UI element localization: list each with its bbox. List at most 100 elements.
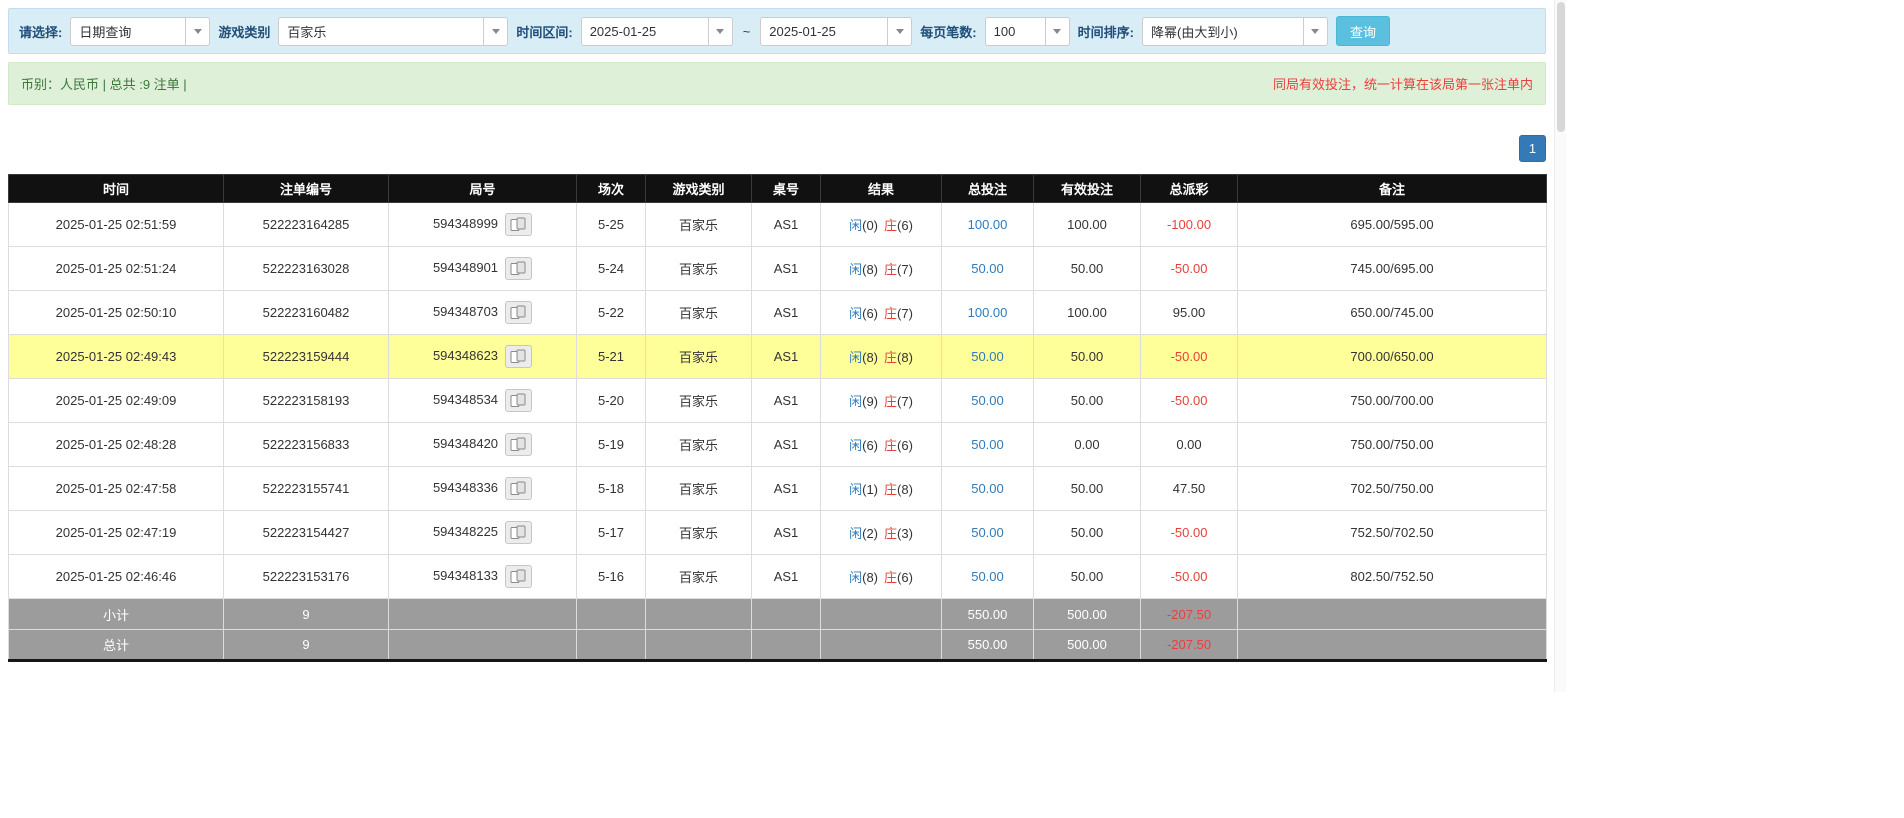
table-no-cell: AS1 — [751, 422, 821, 467]
time-cell: 2025-01-25 02:48:28 — [8, 422, 224, 467]
table-row: 2025-01-25 02:47:19 522223154427 5943482… — [8, 510, 1547, 555]
filter-bar: 请选择: 日期查询 游戏类别 百家乐 时间区间: 2025-01-25 ~ 20… — [8, 8, 1546, 54]
bet-id-cell: 522223154427 — [223, 510, 389, 555]
search-button[interactable]: 查询 — [1335, 16, 1390, 46]
player-result: 闲(8) — [849, 262, 878, 277]
total-bet-link[interactable]: 50.00 — [941, 554, 1034, 599]
view-cards-icon[interactable] — [505, 433, 533, 456]
time-cell: 2025-01-25 02:49:09 — [8, 378, 224, 423]
table-row: 2025-01-25 02:51:24 522223163028 5943489… — [8, 246, 1547, 291]
total-bet-link[interactable]: 50.00 — [941, 510, 1034, 555]
round-id-text: 594348133 — [432, 567, 499, 583]
remark-cell: 750.00/700.00 — [1237, 378, 1547, 423]
time-sort-select[interactable]: 降幂(由大到小) — [1141, 16, 1328, 46]
remark-cell: 752.50/702.50 — [1237, 510, 1547, 555]
table-row: 2025-01-25 02:51:59 522223164285 5943489… — [8, 202, 1547, 247]
result-cell: 闲(6) 庄(6) — [820, 422, 942, 467]
col-remark: 备注 — [1237, 174, 1547, 203]
query-type-select[interactable]: 日期查询 — [70, 16, 211, 46]
view-cards-icon[interactable] — [505, 301, 533, 324]
total-payout: -207.50 — [1140, 629, 1238, 661]
round-id-cell: 594348225 — [388, 510, 577, 555]
result-cell: 闲(0) 庄(6) — [820, 202, 942, 247]
player-result: 闲(6) — [849, 438, 878, 453]
banker-result: 庄(7) — [884, 262, 913, 277]
time-cell: 2025-01-25 02:51:59 — [8, 202, 224, 247]
result-cell: 闲(8) 庄(8) — [820, 334, 942, 379]
payout-cell: -50.00 — [1140, 554, 1238, 599]
info-bar: 币别：人民币 | 总共 :9 注单 | 同局有效投注，统一计算在该局第一张注单内 — [8, 62, 1546, 105]
vertical-scrollbar[interactable] — [1554, 0, 1566, 692]
bet-id-cell: 522223153176 — [223, 554, 389, 599]
page-1-button[interactable]: 1 — [1519, 135, 1546, 162]
table-row: 2025-01-25 02:50:10 522223160482 5943487… — [8, 290, 1547, 335]
scrollbar-thumb[interactable] — [1557, 2, 1565, 132]
date-to-picker[interactable]: 2025-01-25 — [760, 16, 913, 46]
total-bet-link[interactable]: 50.00 — [941, 378, 1034, 423]
view-cards-icon[interactable] — [505, 521, 533, 544]
session-cell: 5-19 — [576, 422, 646, 467]
result-cell: 闲(1) 庄(8) — [820, 466, 942, 511]
date-to-value: 2025-01-25 — [769, 23, 836, 39]
bet-id-cell: 522223160482 — [223, 290, 389, 335]
bet-id-cell: 522223158193 — [223, 378, 389, 423]
table-no-cell: AS1 — [751, 202, 821, 247]
time-cell: 2025-01-25 02:47:58 — [8, 466, 224, 511]
chevron-down-icon — [1044, 17, 1069, 45]
view-cards-icon[interactable] — [505, 565, 533, 588]
page-size-select[interactable]: 100 — [984, 16, 1070, 46]
round-id-text: 594348420 — [432, 435, 499, 451]
view-cards-icon[interactable] — [505, 345, 533, 368]
total-bet-link[interactable]: 50.00 — [941, 246, 1034, 291]
col-result: 结果 — [820, 174, 942, 203]
query-type-value: 日期查询 — [79, 24, 132, 40]
valid-bet-cell: 50.00 — [1033, 466, 1141, 511]
date-range-separator: ~ — [742, 23, 751, 39]
total-total-bet: 550.00 — [941, 629, 1034, 661]
banker-result: 庄(8) — [884, 482, 913, 497]
player-result: 闲(1) — [849, 482, 878, 497]
table-row: 2025-01-25 02:47:58 522223155741 5943483… — [8, 466, 1547, 511]
payout-cell: 0.00 — [1140, 422, 1238, 467]
round-id-cell: 594348901 — [388, 246, 577, 291]
total-row: 总计 9 550.00 500.00 -207.50 — [8, 629, 1547, 661]
banker-result: 庄(6) — [884, 218, 913, 233]
game-type-cell: 百家乐 — [645, 334, 752, 379]
view-cards-icon[interactable] — [505, 389, 533, 412]
game-type-select[interactable]: 百家乐 — [278, 16, 509, 46]
game-type-cell: 百家乐 — [645, 422, 752, 467]
table-row: 2025-01-25 02:49:43 522223159444 5943486… — [8, 334, 1547, 379]
total-bet-link[interactable]: 100.00 — [941, 202, 1034, 247]
total-bet-link[interactable]: 100.00 — [941, 290, 1034, 335]
date-from-picker[interactable]: 2025-01-25 — [580, 16, 733, 46]
payout-cell: -100.00 — [1140, 202, 1238, 247]
view-cards-icon[interactable] — [505, 257, 533, 280]
banker-result: 庄(6) — [884, 570, 913, 585]
total-bet-link[interactable]: 50.00 — [941, 422, 1034, 467]
game-type-cell: 百家乐 — [645, 290, 752, 335]
game-type-value: 百家乐 — [287, 24, 327, 40]
page: 请选择: 日期查询 游戏类别 百家乐 时间区间: 2025-01-25 ~ 20… — [0, 0, 1904, 818]
total-bet-link[interactable]: 50.00 — [941, 334, 1034, 379]
round-id-cell: 594348534 — [388, 378, 577, 423]
round-id-text: 594348336 — [432, 479, 499, 495]
player-result: 闲(2) — [849, 526, 878, 541]
bet-id-cell: 522223159444 — [223, 334, 389, 379]
view-cards-icon[interactable] — [505, 477, 533, 500]
banker-result: 庄(6) — [884, 438, 913, 453]
total-bet-link[interactable]: 50.00 — [941, 466, 1034, 511]
table-no-cell: AS1 — [751, 378, 821, 423]
bet-id-cell: 522223155741 — [223, 466, 389, 511]
time-cell: 2025-01-25 02:49:43 — [8, 334, 224, 379]
round-id-text: 594348623 — [432, 347, 499, 363]
col-game-type: 游戏类别 — [645, 174, 752, 203]
col-payout: 总派彩 — [1140, 174, 1238, 203]
table-body: 2025-01-25 02:51:59 522223164285 5943489… — [8, 202, 1547, 599]
time-cell: 2025-01-25 02:46:46 — [8, 554, 224, 599]
session-cell: 5-16 — [576, 554, 646, 599]
total-valid-bet: 500.00 — [1033, 629, 1141, 661]
view-cards-icon[interactable] — [505, 213, 533, 236]
chevron-down-icon — [1302, 17, 1327, 45]
bet-id-cell: 522223164285 — [223, 202, 389, 247]
result-cell: 闲(8) 庄(6) — [820, 554, 942, 599]
